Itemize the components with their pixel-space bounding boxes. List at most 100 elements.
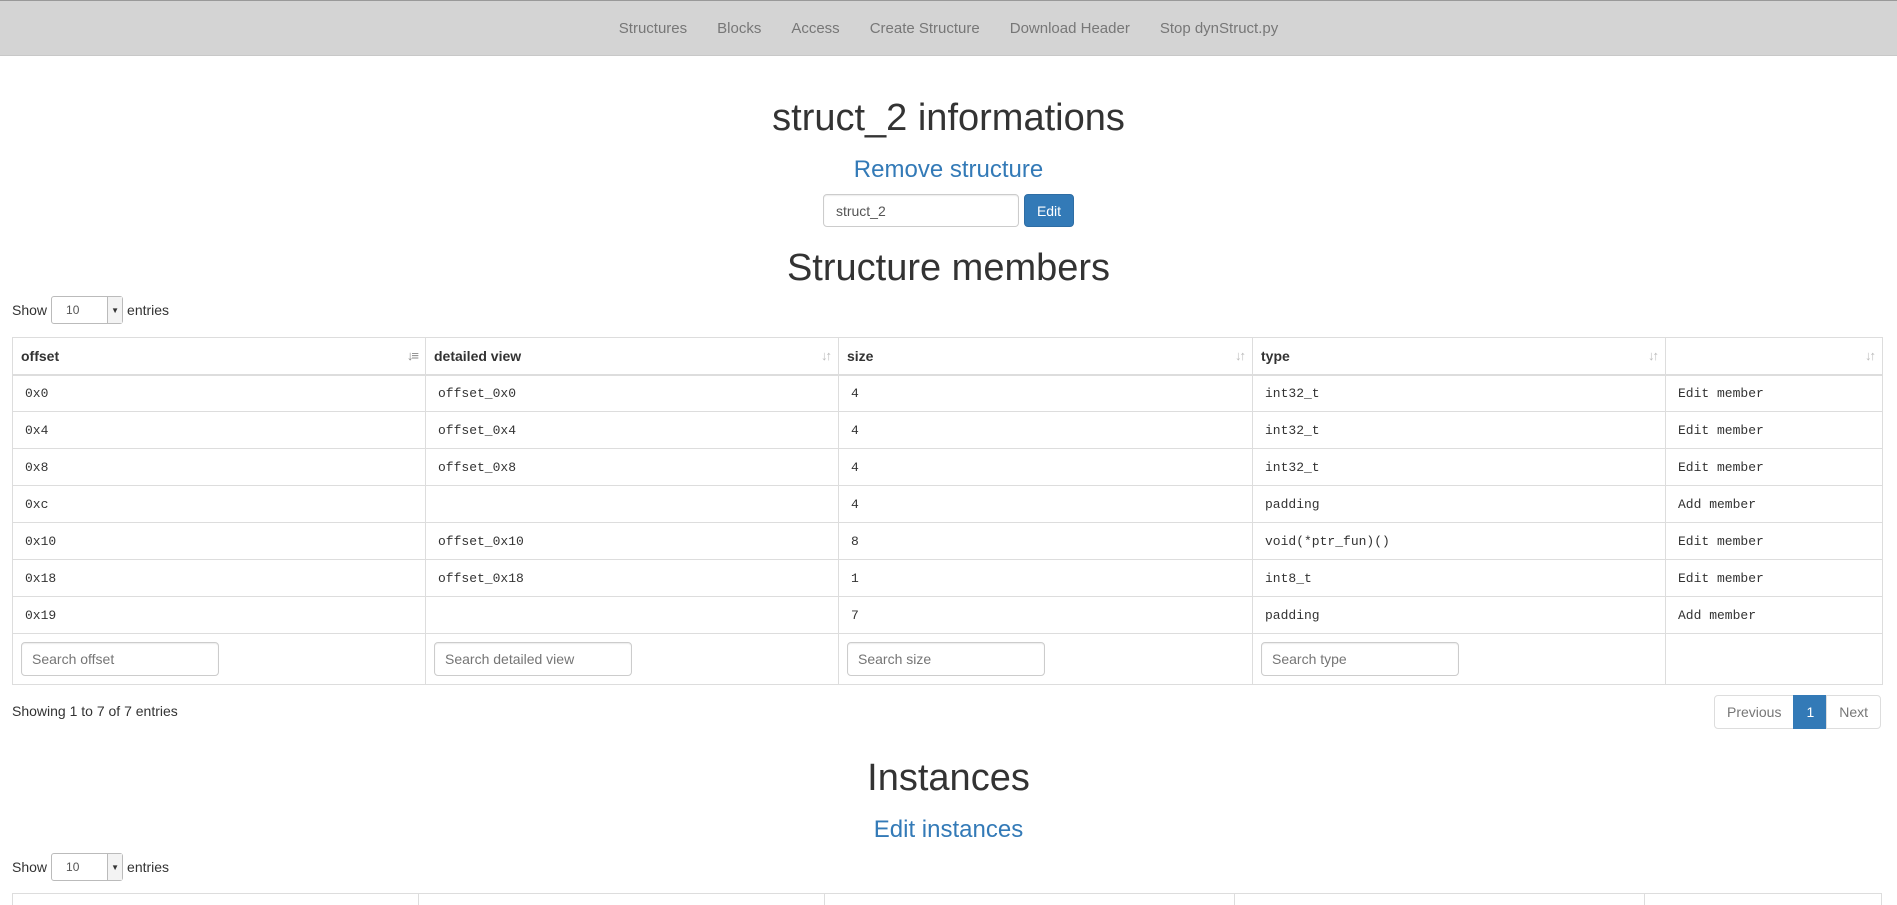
- edit-member-link[interactable]: Edit member: [1665, 559, 1883, 597]
- page-1-button[interactable]: 1: [1793, 695, 1828, 729]
- cell-size: 8: [838, 522, 1253, 560]
- column-header-actions[interactable]: ↓↑: [1665, 337, 1883, 376]
- sort-both-icon: ↓↑: [1235, 348, 1246, 363]
- cell-size: 1: [838, 559, 1253, 597]
- instances-column: [13, 894, 419, 905]
- table-row: 0x8 offset_0x8 4 int32_t Edit member: [12, 448, 1883, 486]
- page-title: struct_2 informations: [772, 97, 1125, 139]
- table-row: 0x0 offset_0x0 4 int32_t Edit member: [12, 374, 1883, 412]
- cell-offset: 0x8: [12, 448, 426, 486]
- filter-cell: [425, 633, 839, 685]
- table-row: 0xc 4 padding Add member: [12, 485, 1883, 523]
- cell-detail-empty: [425, 596, 839, 634]
- table-header-row: offset ↓≡ detailed view ↓↑ size ↓↑ type ↓↑ ↓…: [12, 337, 1883, 376]
- filter-cell: [12, 633, 426, 685]
- cell-offset: 0x19: [12, 596, 426, 634]
- nav-item-create-structure[interactable]: Create Structure: [855, 20, 995, 37]
- edit-member-link[interactable]: Edit member: [1665, 448, 1883, 486]
- instances-column: [1235, 894, 1645, 905]
- sort-both-icon: ↓↑: [1865, 348, 1876, 363]
- cell-size: 4: [838, 485, 1253, 523]
- cell-size: 4: [838, 411, 1253, 449]
- cell-detail-link[interactable]: offset_0x4: [425, 411, 839, 449]
- table-row: 0x19 7 padding Add member: [12, 596, 1883, 634]
- add-member-link[interactable]: Add member: [1665, 485, 1883, 523]
- instances-page-size-select[interactable]: 10 ▼: [51, 853, 124, 881]
- cell-detail-empty: [425, 485, 839, 523]
- nav-item-download-header[interactable]: Download Header: [995, 20, 1145, 37]
- cell-detail-link[interactable]: offset_0x18: [425, 559, 839, 597]
- column-header-type[interactable]: type ↓↑: [1252, 337, 1666, 376]
- cell-detail-link[interactable]: offset_0x8: [425, 448, 839, 486]
- filter-row: [12, 633, 1883, 685]
- filter-cell-empty: [1665, 633, 1883, 685]
- edit-member-link[interactable]: Edit member: [1665, 522, 1883, 560]
- instances-table: [12, 893, 1882, 905]
- cell-offset: 0xc: [12, 485, 426, 523]
- search-detailed-view-input[interactable]: [434, 642, 632, 676]
- members-page-size-select[interactable]: 10 ▼: [51, 296, 124, 324]
- cell-type: int8_t: [1252, 559, 1666, 597]
- instances-length-control: Show 10 ▼ entries: [12, 853, 169, 881]
- members-length-control: Show 10 ▼ entries: [12, 296, 169, 324]
- table-row: 0x4 offset_0x4 4 int32_t Edit member: [12, 411, 1883, 449]
- add-member-link[interactable]: Add member: [1665, 596, 1883, 634]
- previous-page-button[interactable]: Previous: [1714, 695, 1795, 729]
- show-label: Show: [12, 302, 48, 318]
- column-header-size[interactable]: size ↓↑: [838, 337, 1253, 376]
- edit-instances-link[interactable]: Edit instances: [0, 815, 1897, 845]
- top-navbar: Structures Blocks Access Create Structur…: [0, 0, 1897, 56]
- dropdown-arrow-icon: ▼: [107, 297, 123, 323]
- entries-label: entries: [127, 302, 170, 318]
- members-section-title: Structure members: [786, 247, 1111, 289]
- cell-size: 7: [838, 596, 1253, 634]
- entries-label: entries: [127, 859, 170, 875]
- edit-member-link[interactable]: Edit member: [1665, 411, 1883, 449]
- page-size-value: 10: [66, 860, 80, 874]
- nav-item-structures[interactable]: Structures: [604, 20, 702, 37]
- edit-name-button[interactable]: Edit: [1023, 194, 1075, 227]
- cell-type: padding: [1252, 596, 1666, 634]
- cell-size: 4: [838, 374, 1253, 412]
- nav-item-stop[interactable]: Stop dynStruct.py: [1145, 20, 1293, 37]
- cell-offset: 0x0: [12, 374, 426, 412]
- remove-structure-link[interactable]: Remove structure: [0, 155, 1897, 185]
- cell-type: int32_t: [1252, 374, 1666, 412]
- cell-detail-link[interactable]: offset_0x10: [425, 522, 839, 560]
- sort-both-icon: ↓↑: [1648, 348, 1659, 363]
- sort-asc-icon: ↓≡: [406, 348, 419, 363]
- cell-type: int32_t: [1252, 448, 1666, 486]
- filter-cell: [1252, 633, 1666, 685]
- nav-item-access[interactable]: Access: [776, 20, 854, 37]
- cell-size: 4: [838, 448, 1253, 486]
- column-header-offset[interactable]: offset ↓≡: [12, 337, 426, 376]
- nav-item-blocks[interactable]: Blocks: [702, 20, 776, 37]
- cell-offset: 0x10: [12, 522, 426, 560]
- cell-type: padding: [1252, 485, 1666, 523]
- next-page-button[interactable]: Next: [1826, 695, 1882, 729]
- cell-type: void(*ptr_fun)(): [1252, 522, 1666, 560]
- rename-form: Edit: [0, 194, 1897, 227]
- search-type-input[interactable]: [1261, 642, 1459, 676]
- instances-section-title: Instances: [867, 757, 1030, 799]
- members-table: offset ↓≡ detailed view ↓↑ size ↓↑ type ↓↑ ↓…: [12, 337, 1883, 685]
- filter-cell: [838, 633, 1253, 685]
- table-row: 0x18 offset_0x18 1 int8_t Edit member: [12, 559, 1883, 597]
- search-size-input[interactable]: [847, 642, 1045, 676]
- column-header-detailed-view[interactable]: detailed view ↓↑: [425, 337, 839, 376]
- pagination: Previous 1 Next: [1714, 695, 1882, 729]
- show-label: Show: [12, 859, 48, 875]
- cell-detail-link[interactable]: offset_0x0: [425, 374, 839, 412]
- structure-name-input[interactable]: [822, 194, 1019, 227]
- instances-column: [825, 894, 1235, 905]
- edit-member-link[interactable]: Edit member: [1665, 374, 1883, 412]
- cell-offset: 0x18: [12, 559, 426, 597]
- search-offset-input[interactable]: [21, 642, 219, 676]
- cell-type: int32_t: [1252, 411, 1666, 449]
- instances-column: [419, 894, 825, 905]
- dropdown-arrow-icon: ▼: [107, 854, 123, 880]
- sort-both-icon: ↓↑: [821, 348, 832, 363]
- page-size-value: 10: [66, 303, 80, 317]
- table-row: 0x10 offset_0x10 8 void(*ptr_fun)() Edit…: [12, 522, 1883, 560]
- table-info: Showing 1 to 7 of 7 entries: [12, 703, 178, 719]
